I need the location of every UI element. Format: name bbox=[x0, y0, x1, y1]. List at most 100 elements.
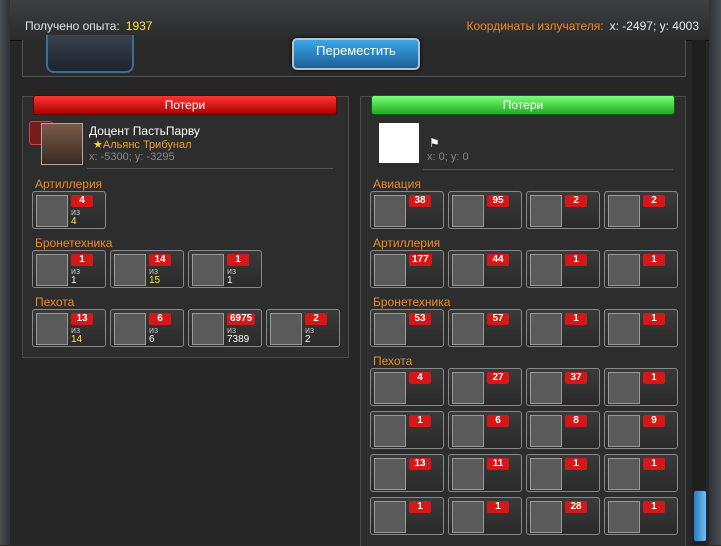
loss-badge: 37 bbox=[565, 372, 587, 384]
scrollbar-thumb[interactable] bbox=[693, 490, 707, 542]
unit-icon bbox=[530, 313, 562, 345]
avatar[interactable] bbox=[41, 123, 83, 165]
unit-card[interactable]: 53 bbox=[370, 309, 444, 347]
unit-icon bbox=[374, 372, 406, 404]
unit-icon bbox=[374, 501, 406, 533]
unit-icon bbox=[530, 458, 562, 490]
loss-badge: 11 bbox=[487, 458, 509, 470]
unit-card[interactable]: 1 из 1 bbox=[32, 250, 106, 288]
unit-icon bbox=[530, 254, 562, 286]
unit-card[interactable]: 9 bbox=[604, 411, 678, 449]
loss-badge: 1 bbox=[643, 458, 665, 470]
category-label: Бронетехника bbox=[373, 295, 451, 309]
defender-avatar bbox=[379, 123, 419, 163]
loss-badge: 57 bbox=[487, 313, 509, 325]
unit-card[interactable]: 1 bbox=[604, 309, 678, 347]
divider bbox=[423, 169, 673, 170]
unit-card[interactable]: 6975 из 7389 bbox=[188, 309, 262, 347]
loss-badge: 38 bbox=[409, 195, 431, 207]
flag-icon: ⚑ bbox=[429, 136, 440, 150]
player-name[interactable]: Доцент ПастьПарву bbox=[89, 124, 200, 138]
unit-icon bbox=[608, 254, 640, 286]
unit-card[interactable]: 1 bbox=[604, 454, 678, 492]
unit-card[interactable]: 1 bbox=[604, 368, 678, 406]
unit-card[interactable]: 2 bbox=[604, 191, 678, 229]
coords-label: Координаты излучателя: bbox=[466, 19, 604, 33]
unit-icon bbox=[452, 501, 484, 533]
unit-icon bbox=[452, 372, 484, 404]
unit-icon bbox=[374, 254, 406, 286]
unit-card[interactable]: 1 bbox=[526, 309, 600, 347]
unit-card[interactable]: 13 из 14 bbox=[32, 309, 106, 347]
unit-card[interactable]: 28 bbox=[526, 497, 600, 535]
unit-card[interactable]: 1 bbox=[370, 411, 444, 449]
player-alliance[interactable]: ★Альянс Трибунал bbox=[93, 138, 191, 151]
unit-card[interactable]: 1 bbox=[604, 497, 678, 535]
defender-losses-header: Потери bbox=[371, 95, 675, 115]
category-label: Артиллерия bbox=[35, 177, 103, 191]
unit-card[interactable]: 1 bbox=[604, 250, 678, 288]
unit-icon bbox=[608, 372, 640, 404]
loss-badge: 1 bbox=[565, 458, 587, 470]
unit-card[interactable]: 11 bbox=[448, 454, 522, 492]
unit-card[interactable]: 57 bbox=[448, 309, 522, 347]
unit-card[interactable]: 14 из 15 bbox=[110, 250, 184, 288]
attacker-losses-header: Потери bbox=[33, 95, 337, 115]
unit-card[interactable]: 38 bbox=[370, 191, 444, 229]
unit-card[interactable]: 37 bbox=[526, 368, 600, 406]
unit-card[interactable]: 2 из 2 bbox=[266, 309, 340, 347]
unit-card[interactable]: 1 bbox=[526, 250, 600, 288]
unit-icon bbox=[114, 254, 146, 286]
unit-card[interactable]: 6 из 6 bbox=[110, 309, 184, 347]
unit-icon bbox=[452, 254, 484, 286]
loss-badge: 1 bbox=[643, 313, 665, 325]
unit-card[interactable]: 6 bbox=[448, 411, 522, 449]
category-label: Пехота bbox=[373, 354, 413, 368]
unit-icon bbox=[374, 313, 406, 345]
unit-total: 1 bbox=[227, 275, 233, 286]
loss-badge: 8 bbox=[565, 415, 587, 427]
unit-card[interactable]: 1 bbox=[370, 497, 444, 535]
unit-card[interactable]: 177 bbox=[370, 250, 444, 288]
loss-badge: 1 bbox=[643, 501, 665, 513]
scrollbar-track[interactable] bbox=[692, 40, 706, 545]
unit-total: 4 bbox=[71, 216, 77, 227]
move-button[interactable]: Переместить bbox=[292, 38, 420, 70]
window: Получено опыта: 1937 Координаты излучател… bbox=[0, 0, 721, 546]
unit-card[interactable]: 95 bbox=[448, 191, 522, 229]
unit-icon bbox=[374, 195, 406, 227]
loss-badge: 28 bbox=[565, 501, 587, 513]
unit-icon bbox=[192, 313, 224, 345]
unit-card[interactable]: 1 из 1 bbox=[188, 250, 262, 288]
attacker-player: Доцент ПастьПарву ★Альянс Трибунал x: -5… bbox=[29, 121, 339, 167]
unit-icon bbox=[36, 313, 68, 345]
star-icon: ★ bbox=[93, 139, 103, 151]
loss-badge: 6 bbox=[487, 415, 509, 427]
unit-card[interactable]: 4 из 4 bbox=[32, 191, 106, 229]
unit-card[interactable]: 13 bbox=[370, 454, 444, 492]
xp-label: Получено опыта: bbox=[25, 19, 120, 33]
loss-badge: 4 bbox=[71, 195, 93, 207]
unit-icon bbox=[452, 313, 484, 345]
unit-icon bbox=[452, 195, 484, 227]
loss-badge: 1 bbox=[643, 254, 665, 266]
unit-card[interactable]: 8 bbox=[526, 411, 600, 449]
unit-card[interactable]: 1 bbox=[448, 497, 522, 535]
loss-badge: 95 bbox=[487, 195, 509, 207]
unit-icon bbox=[608, 501, 640, 533]
unit-icon bbox=[192, 254, 224, 286]
unit-card[interactable]: 44 bbox=[448, 250, 522, 288]
loss-badge: 1 bbox=[565, 313, 587, 325]
unit-card[interactable]: 27 bbox=[448, 368, 522, 406]
emitter-image bbox=[46, 35, 134, 73]
unit-card[interactable]: 1 bbox=[526, 454, 600, 492]
loss-badge: 1 bbox=[227, 254, 249, 266]
unit-card[interactable]: 4 bbox=[370, 368, 444, 406]
unit-total: 1 bbox=[71, 275, 77, 286]
loss-badge: 1 bbox=[643, 372, 665, 384]
loss-badge: 2 bbox=[565, 195, 587, 207]
unit-card[interactable]: 2 bbox=[526, 191, 600, 229]
loss-badge: 1 bbox=[487, 501, 509, 513]
unit-icon bbox=[608, 195, 640, 227]
xp-text: Получено опыта: 1937 bbox=[25, 19, 152, 33]
